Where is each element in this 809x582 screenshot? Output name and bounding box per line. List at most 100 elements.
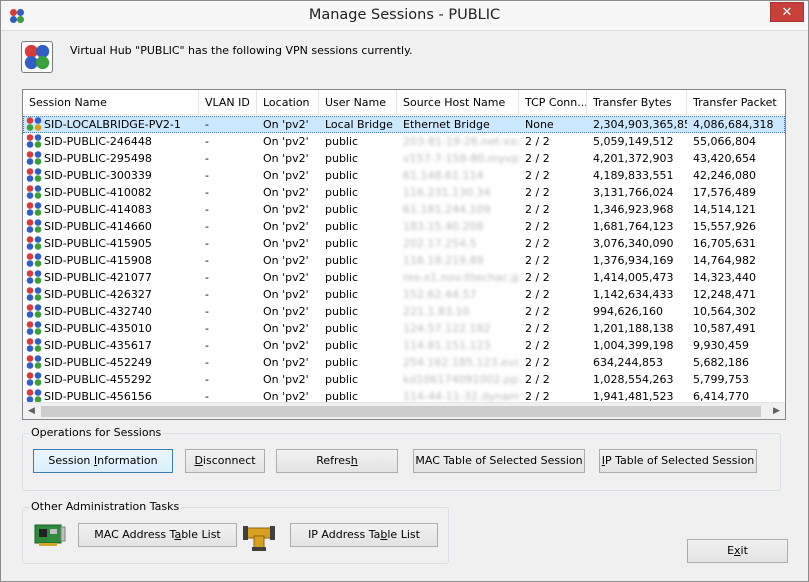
- button-label: MAC Address T: [94, 528, 175, 541]
- cell-location: On 'pv2': [263, 169, 309, 182]
- cell-transfer-bytes: 4,189,833,551: [593, 169, 674, 182]
- column-header-transfer-bytes[interactable]: Transfer Bytes: [587, 90, 687, 115]
- cell-source-host: kd106174091002.ppp: [403, 373, 519, 386]
- table-row[interactable]: SID-PUBLIC-415908 - On 'pv2' public 116.18.2…: [23, 252, 785, 269]
- cell-transfer-bytes: 634,244,853: [593, 356, 663, 369]
- cell-transfer-packets: 5,799,753: [693, 373, 749, 386]
- cell-user-name: Local Bridge: [325, 118, 393, 131]
- cell-source-host: 116.18.219.89: [403, 254, 484, 267]
- table-row[interactable]: SID-PUBLIC-426327 - On 'pv2' public 152.62.4…: [23, 286, 785, 303]
- horizontal-scrollbar[interactable]: ◀ ▶: [23, 402, 785, 419]
- cell-transfer-packets: 55,066,804: [693, 135, 756, 148]
- cell-transfer-bytes: 3,131,766,024: [593, 186, 674, 199]
- cell-tcp-connections: 2 / 2: [525, 254, 550, 267]
- column-header-session-name[interactable]: Session Name: [23, 90, 199, 115]
- ip-table-selected-session-button[interactable]: IP Table of Selected Session: [599, 449, 757, 473]
- session-name-text: SID-PUBLIC-432740: [44, 305, 152, 318]
- table-row[interactable]: SID-PUBLIC-410082 - On 'pv2' public 116.231.…: [23, 184, 785, 201]
- user-session-icon: [26, 338, 42, 352]
- table-row[interactable]: SID-LOCALBRIDGE-PV2-1 - On 'pv2' Local Brid…: [23, 116, 785, 133]
- scrollbar-thumb[interactable]: [41, 406, 761, 417]
- cell-transfer-packets: 43,420,654: [693, 152, 756, 165]
- cell-user-name: public: [325, 186, 359, 199]
- table-row[interactable]: SID-PUBLIC-414083 - On 'pv2' public 61.181.2…: [23, 201, 785, 218]
- pipe-tee-icon: [243, 526, 275, 551]
- cell-user-name: public: [325, 152, 359, 165]
- user-session-icon: [26, 134, 42, 148]
- table-row[interactable]: SID-PUBLIC-414660 - On 'pv2' public 183.15.4…: [23, 218, 785, 235]
- column-header-location[interactable]: Location: [257, 90, 319, 115]
- cell-session-name: SID-PUBLIC-435617: [23, 337, 199, 354]
- scroll-right-icon[interactable]: ▶: [768, 403, 785, 419]
- title-bar[interactable]: Manage Sessions - PUBLIC ✕: [1, 1, 808, 31]
- table-row[interactable]: SID-PUBLIC-435617 - On 'pv2' public 114.81.1…: [23, 337, 785, 354]
- user-session-icon: [26, 168, 42, 182]
- session-information-button[interactable]: Session Information: [33, 449, 173, 473]
- operations-group-label: Operations for Sessions: [29, 426, 164, 439]
- table-row[interactable]: SID-PUBLIC-452249 - On 'pv2' public 254.162.…: [23, 354, 785, 371]
- cell-source-host: Ethernet Bridge: [403, 118, 490, 131]
- table-row[interactable]: SID-PUBLIC-295498 - On 'pv2' public v157-7-1…: [23, 150, 785, 167]
- button-label: it: [740, 544, 748, 557]
- cell-tcp-connections: 2 / 2: [525, 135, 550, 148]
- cell-vlan-id: -: [205, 356, 209, 369]
- exit-button[interactable]: Exit: [687, 539, 788, 563]
- cell-tcp-connections: 2 / 2: [525, 339, 550, 352]
- ip-address-table-list-button[interactable]: IP Address Table List: [290, 523, 438, 547]
- column-header-transfer-packets[interactable]: Transfer Packet: [687, 90, 785, 115]
- cell-vlan-id: -: [205, 169, 209, 182]
- cell-transfer-bytes: 1,028,554,263: [593, 373, 674, 386]
- cell-transfer-packets: 5,682,186: [693, 356, 749, 369]
- session-name-text: SID-PUBLIC-414660: [44, 220, 152, 233]
- column-header-tcp-connections[interactable]: TCP Conn...: [519, 90, 587, 115]
- sessions-table[interactable]: Session Name VLAN ID Location User Name …: [22, 89, 786, 420]
- cell-location: On 'pv2': [263, 237, 309, 250]
- table-row[interactable]: SID-PUBLIC-435010 - On 'pv2' public 124.57.1…: [23, 320, 785, 337]
- cell-source-host: res-x1.nov.ittechac.jp: [403, 271, 519, 284]
- cell-vlan-id: -: [205, 322, 209, 335]
- table-row[interactable]: SID-PUBLIC-246448 - On 'pv2' public 203-81-1…: [23, 133, 785, 150]
- cell-location: On 'pv2': [263, 339, 309, 352]
- cell-vlan-id: -: [205, 373, 209, 386]
- close-button[interactable]: ✕: [770, 2, 804, 22]
- cell-transfer-packets: 16,705,631: [693, 237, 756, 250]
- cell-transfer-bytes: 5,059,149,512: [593, 135, 674, 148]
- cell-transfer-packets: 9,930,459: [693, 339, 749, 352]
- cell-transfer-packets: 10,564,302: [693, 305, 756, 318]
- table-row[interactable]: SID-PUBLIC-300339 - On 'pv2' public 61.148.6…: [23, 167, 785, 184]
- button-label: ble List: [181, 528, 221, 541]
- cell-transfer-bytes: 1,142,634,433: [593, 288, 674, 301]
- column-header-user-name[interactable]: User Name: [319, 90, 397, 115]
- session-name-text: SID-LOCALBRIDGE-PV2-1: [44, 118, 181, 131]
- column-header-vlan-id[interactable]: VLAN ID: [199, 90, 257, 115]
- cell-session-name: SID-PUBLIC-414660: [23, 218, 199, 235]
- cell-location: On 'pv2': [263, 203, 309, 216]
- column-header-source-host[interactable]: Source Host Name: [397, 90, 519, 115]
- cell-source-host: 116.231.130.34: [403, 186, 491, 199]
- table-row[interactable]: SID-PUBLIC-455292 - On 'pv2' public kd106174…: [23, 371, 785, 388]
- cell-user-name: public: [325, 322, 359, 335]
- cell-location: On 'pv2': [263, 254, 309, 267]
- close-icon: ✕: [781, 5, 793, 20]
- user-session-icon: [26, 236, 42, 250]
- mac-address-table-list-button[interactable]: MAC Address Table List: [78, 523, 237, 547]
- cell-tcp-connections: 2 / 2: [525, 288, 550, 301]
- cell-transfer-bytes: 1,376,934,169: [593, 254, 674, 267]
- cell-session-name: SID-LOCALBRIDGE-PV2-1: [23, 116, 199, 133]
- scroll-left-icon[interactable]: ◀: [23, 403, 40, 419]
- table-row[interactable]: SID-PUBLIC-421077 - On 'pv2' public res-x1.n…: [23, 269, 785, 286]
- mac-table-selected-session-button[interactable]: MAC Table of Selected Session: [413, 449, 585, 473]
- session-name-text: SID-PUBLIC-415908: [44, 254, 152, 267]
- button-accelerator: h: [350, 454, 358, 467]
- refresh-button[interactable]: Refresh: [276, 449, 398, 473]
- cell-vlan-id: -: [205, 339, 209, 352]
- cell-transfer-packets: 14,323,440: [693, 271, 756, 284]
- cell-tcp-connections: 2 / 2: [525, 152, 550, 165]
- cell-session-name: SID-PUBLIC-295498: [23, 150, 199, 167]
- table-row[interactable]: SID-PUBLIC-432740 - On 'pv2' public 221.1.83…: [23, 303, 785, 320]
- table-row[interactable]: SID-PUBLIC-415905 - On 'pv2' public 202.17.2…: [23, 235, 785, 252]
- user-session-icon: [26, 304, 42, 318]
- cell-source-host: 202.17.254.5: [403, 237, 477, 250]
- cell-user-name: public: [325, 135, 359, 148]
- disconnect-button[interactable]: Disconnect: [185, 449, 265, 473]
